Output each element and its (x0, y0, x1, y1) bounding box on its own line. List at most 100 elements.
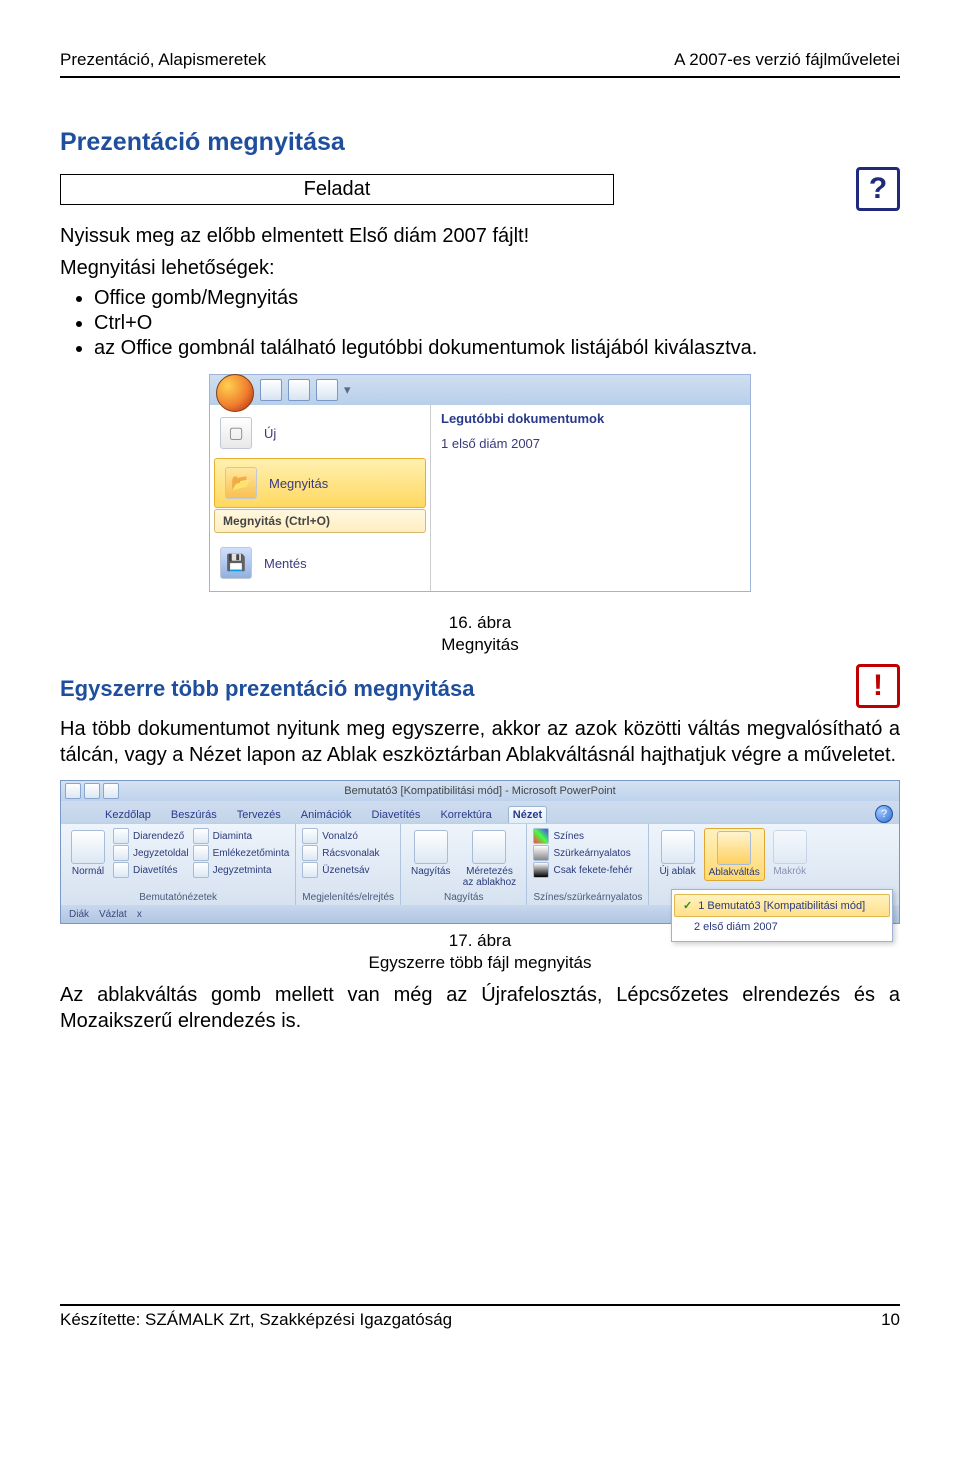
group-label: Bemutatónézetek (67, 892, 289, 903)
tab-slideshow[interactable]: Diavetítés (368, 807, 425, 823)
slide-master-icon (193, 828, 209, 844)
button-label: Diaminta (213, 831, 252, 842)
button-label: Diarendező (133, 831, 184, 842)
qat-undo-icon[interactable] (288, 379, 310, 401)
qat-undo-icon[interactable] (84, 783, 100, 799)
new-window-icon (661, 830, 695, 864)
slideshow-button[interactable]: Diavetítés (113, 862, 189, 878)
tab-slides[interactable]: Diák (69, 909, 89, 920)
qat-redo-icon[interactable] (316, 379, 338, 401)
window-titlebar: Bemutató3 [Kompatibilitási mód] - Micros… (61, 781, 899, 801)
zoom-icon (414, 830, 448, 864)
button-label: Vonalzó (322, 831, 358, 842)
tab-home[interactable]: Kezdőlap (101, 807, 155, 823)
list-item: Ctrl+O (94, 312, 900, 335)
header-left: Prezentáció, Alapismeretek (60, 50, 266, 70)
group-label: Színes/szürkeárnyalatos (533, 892, 642, 903)
page-number: 10 (881, 1310, 900, 1330)
menu-item-open[interactable]: 📂 Megnyitás (214, 458, 426, 508)
exclamation-icon: ! (856, 664, 900, 708)
page-header: Prezentáció, Alapismeretek A 2007-es ver… (60, 50, 900, 70)
dropdown-item[interactable]: 2 első diám 2007 (672, 917, 892, 937)
zoom-button[interactable]: Nagyítás (407, 828, 454, 879)
feladat-row: Feladat ? (60, 167, 900, 211)
grayscale-icon (533, 845, 549, 861)
ribbon-group-color: Színes Szürkeárnyalatos Csak fekete-fehé… (527, 824, 649, 905)
ruler-check[interactable]: Vonalzó (302, 828, 379, 844)
notes-master-button[interactable]: Jegyzetminta (193, 862, 290, 878)
feladat-box: Feladat (60, 174, 614, 205)
menu-item-new[interactable]: ▢ Új (210, 409, 430, 457)
button-label: Új ablak (659, 866, 695, 877)
slide-master-button[interactable]: Diaminta (193, 828, 290, 844)
notes-master-icon (193, 862, 209, 878)
window-title: Bemutató3 [Kompatibilitási mód] - Micros… (344, 785, 615, 797)
grayscale-button[interactable]: Szürkeárnyalatos (533, 845, 632, 861)
button-label: Csak fekete-fehér (553, 865, 632, 876)
button-label: Jegyzetminta (213, 865, 272, 876)
header-rule (60, 76, 900, 78)
section1-intro: Nyissuk meg az előbb elmentett Első diám… (60, 223, 900, 249)
slide-sorter-button[interactable]: Diarendező (113, 828, 189, 844)
tab-insert[interactable]: Beszúrás (167, 807, 221, 823)
tab-outline[interactable]: Vázlat (99, 909, 127, 920)
qat-save-icon[interactable] (65, 783, 81, 799)
button-label: Emlékezetőminta (213, 848, 290, 859)
check-icon: ✓ (683, 899, 692, 912)
blackwhite-button[interactable]: Csak fekete-fehér (533, 862, 632, 878)
qat-save-icon[interactable] (260, 379, 282, 401)
button-label: Méretezés az ablakhoz (462, 866, 516, 888)
gridlines-check[interactable]: Rácsvonalak (302, 845, 379, 861)
button-label: Normál (72, 866, 104, 877)
slideshow-icon (113, 862, 129, 878)
quick-access-toolbar: ▾ (210, 375, 750, 405)
button-label: Makrók (773, 866, 806, 877)
color-button[interactable]: Színes (533, 828, 632, 844)
notes-page-icon (113, 845, 129, 861)
close-pane[interactable]: x (137, 909, 142, 920)
tooltip-open: Megnyitás (Ctrl+O) (214, 509, 426, 533)
new-window-button[interactable]: Új ablak (655, 828, 699, 879)
group-label: Nagyítás (407, 892, 520, 903)
menu-item-save[interactable]: 💾 Mentés (210, 539, 430, 587)
messagebar-check[interactable]: Üzenetsáv (302, 862, 379, 878)
qat-redo-icon[interactable] (103, 783, 119, 799)
fit-window-icon (472, 830, 506, 864)
screenshot-ribbon: Bemutató3 [Kompatibilitási mód] - Micros… (60, 780, 900, 924)
section3-para: Az ablakváltás gomb mellett van még az Ú… (60, 982, 900, 1034)
menu-item-label: Mentés (264, 556, 307, 571)
macros-button[interactable]: Makrók (769, 828, 811, 879)
normal-view-button[interactable]: Normál (67, 828, 109, 879)
dropdown-item[interactable]: ✓ 1 Bemutató3 [Kompatibilitási mód] (674, 894, 890, 917)
blackwhite-icon (533, 862, 549, 878)
folder-open-icon: 📂 (225, 467, 257, 499)
ribbon-group-zoom: Nagyítás Méretezés az ablakhoz Nagyítás (401, 824, 527, 905)
ribbon-group-views: Normál Diarendező Jegyzetoldal Diavetíté… (61, 824, 296, 905)
handout-master-button[interactable]: Emlékezetőminta (193, 845, 290, 861)
menu-item-label: Új (264, 426, 276, 441)
switch-window-icon (717, 831, 751, 865)
fit-window-button[interactable]: Méretezés az ablakhoz (458, 828, 520, 890)
notes-page-button[interactable]: Jegyzetoldal (113, 845, 189, 861)
dropdown-item-label: 2 első diám 2007 (694, 921, 778, 933)
tab-animations[interactable]: Animációk (297, 807, 356, 823)
button-label: Nagyítás (411, 866, 450, 877)
group-label: Megjelenítés/elrejtés (302, 892, 394, 903)
office-menu-right: Legutóbbi dokumentumok 1 első diám 2007 (431, 405, 750, 591)
checkbox-icon (302, 828, 318, 844)
section2-para: Ha több dokumentumot nyitunk meg egyszer… (60, 716, 900, 768)
list-item: Office gomb/Megnyitás (94, 287, 900, 310)
figure16-caption: 16. ábra Megnyitás (60, 612, 900, 656)
tab-review[interactable]: Korrektúra (436, 807, 495, 823)
recent-docs-title: Legutóbbi dokumentumok (441, 411, 740, 426)
question-icon: ? (856, 167, 900, 211)
slide-sorter-icon (113, 828, 129, 844)
floppy-save-icon: 💾 (220, 547, 252, 579)
button-label: Színes (553, 831, 584, 842)
switch-window-button[interactable]: Ablakváltás (704, 828, 765, 881)
tab-view[interactable]: Nézet (508, 806, 547, 823)
handout-master-icon (193, 845, 209, 861)
new-file-icon: ▢ (220, 417, 252, 449)
recent-doc-item[interactable]: 1 első diám 2007 (441, 436, 740, 451)
tab-design[interactable]: Tervezés (233, 807, 285, 823)
